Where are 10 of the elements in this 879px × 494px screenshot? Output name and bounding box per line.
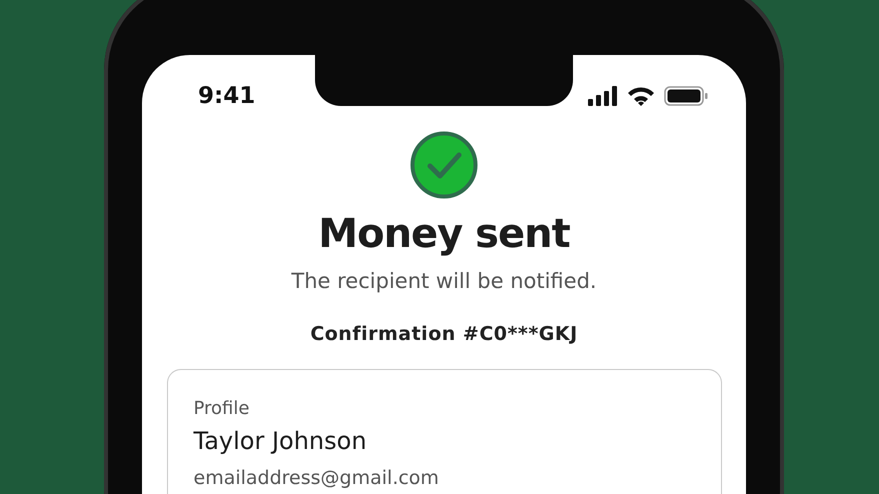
- wifi-icon: [627, 86, 655, 106]
- battery-icon: [664, 86, 708, 106]
- title: Money sent: [318, 211, 570, 257]
- card-label: Profile: [194, 398, 250, 419]
- profile-email: emailaddress@gmail.com: [194, 467, 440, 489]
- subtitle: The recipient will be notified.: [291, 269, 597, 293]
- status-time: 9:41: [198, 83, 256, 109]
- signal-icon: [588, 86, 618, 106]
- confirmation-number: Confirmation #C0***GKJ: [310, 323, 578, 345]
- profile-name: Taylor Johnson: [194, 427, 368, 455]
